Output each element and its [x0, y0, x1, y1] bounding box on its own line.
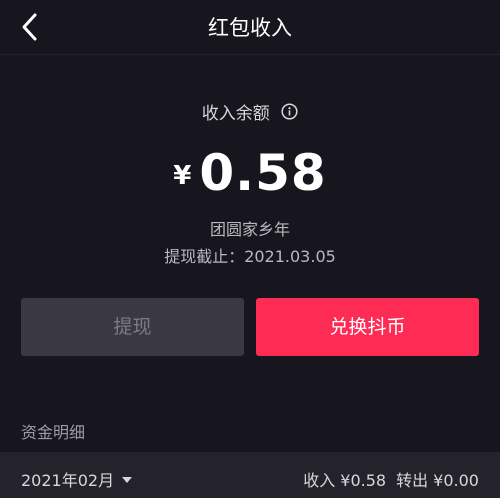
top-bar: 红包收入	[0, 0, 500, 55]
currency-symbol: ¥	[173, 161, 192, 191]
details-filter-bar: 2021年02月 收入 ¥0.58 转出 ¥0.00	[0, 452, 500, 498]
income-total: 收入 ¥0.58	[303, 471, 387, 490]
caret-down-icon	[122, 477, 133, 483]
month-selector[interactable]: 2021年02月	[21, 467, 133, 491]
monthly-summary: 收入 ¥0.58 转出 ¥0.00	[303, 467, 479, 491]
balance-label-row: 收入余额	[0, 99, 500, 124]
source-label: 团圆家乡年	[209, 220, 290, 239]
outgoing-total: 转出 ¥0.00	[396, 471, 479, 490]
balance-amount: ¥0.58	[0, 144, 500, 202]
amount-value: 0.58	[199, 144, 327, 202]
fund-details-title: 资金明细	[21, 423, 86, 442]
info-icon[interactable]	[281, 103, 298, 120]
withdraw-deadline: 提现截止：2021.03.05	[164, 247, 336, 266]
page-title: 红包收入	[208, 16, 292, 40]
month-label: 2021年02月	[21, 471, 115, 490]
balance-label: 收入余额	[201, 104, 270, 124]
exchange-coins-button[interactable]: 兑换抖币	[256, 298, 479, 356]
withdraw-button[interactable]: 提现	[21, 298, 244, 356]
